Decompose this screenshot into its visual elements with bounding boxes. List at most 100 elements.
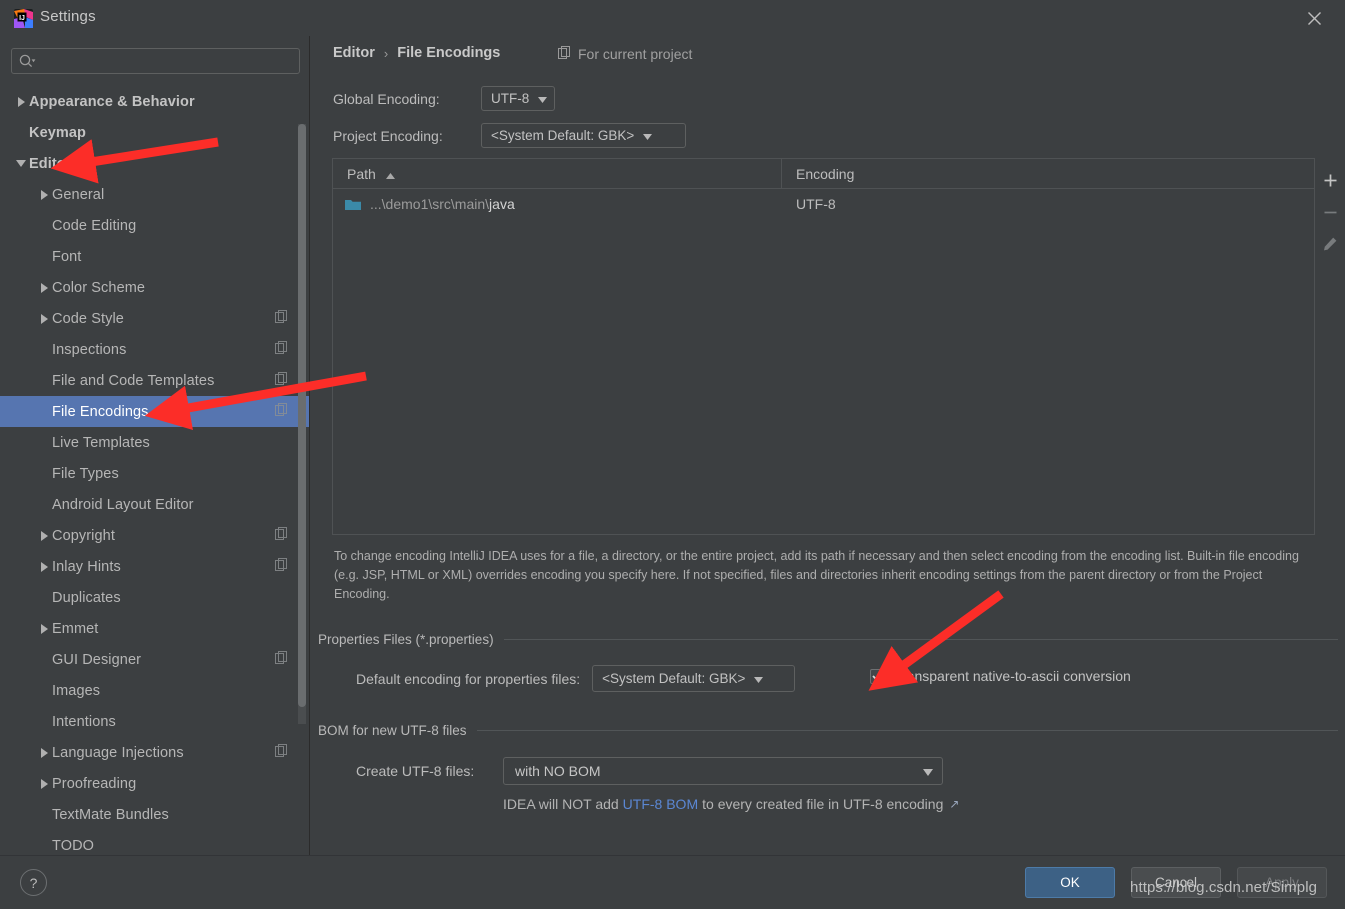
sidebar-item-label: Proofreading (52, 775, 137, 792)
sidebar-item-emmet[interactable]: Emmet (0, 613, 310, 644)
folder-icon (345, 198, 361, 211)
column-header-encoding-label: Encoding (796, 165, 855, 182)
column-header-path[interactable]: Path (333, 159, 782, 188)
global-encoding-row: Global Encoding: UTF-8 (333, 86, 556, 111)
help-button[interactable]: ? (20, 869, 47, 896)
sidebar-item-keymap[interactable]: Keymap (0, 117, 310, 148)
breadcrumb: Editor › File Encodings (333, 45, 500, 61)
global-encoding-label: Global Encoding: (333, 90, 440, 107)
utf8-bom-link[interactable]: UTF-8 BOM (623, 796, 698, 812)
sidebar-item-images[interactable]: Images (0, 675, 310, 706)
sidebar-item-inspections[interactable]: Inspections (0, 334, 310, 365)
project-scope-icon (275, 340, 288, 359)
project-encoding-dropdown[interactable]: <System Default: GBK> (481, 123, 686, 148)
chevron-right-icon[interactable] (36, 561, 52, 572)
sidebar-item-intentions[interactable]: Intentions (0, 706, 310, 737)
bom-hint-prefix: IDEA will NOT add (503, 796, 619, 812)
chevron-right-icon[interactable] (36, 778, 52, 789)
default-properties-encoding-label: Default encoding for properties files: (356, 670, 581, 687)
settings-tree: Appearance & Behavior Keymap Editor General… (0, 86, 310, 855)
remove-icon[interactable] (1316, 196, 1344, 228)
chevron-right-icon[interactable] (36, 530, 52, 541)
table-cell-path-leaf: java (489, 196, 515, 212)
sidebar-item-todo[interactable]: TODO (0, 830, 310, 855)
sidebar-scrollbar-thumb[interactable] (298, 124, 306, 707)
sidebar-item-code-editing[interactable]: Code Editing (0, 210, 310, 241)
sidebar-item-file-encodings[interactable]: File Encodings (0, 396, 310, 427)
sidebar-item-inlay-hints[interactable]: Inlay Hints (0, 551, 310, 582)
sidebar-item-label: Language Injections (52, 744, 184, 761)
external-link-icon: ↗ (949, 797, 960, 811)
intellij-idea-icon: IJ (14, 9, 33, 28)
properties-files-group-header: Properties Files (*.properties) (318, 632, 1338, 647)
chevron-down-icon[interactable] (13, 159, 29, 168)
sidebar-item-code-style[interactable]: Code Style (0, 303, 310, 334)
sidebar-item-file-and-code-templates[interactable]: File and Code Templates (0, 365, 310, 396)
sidebar-item-editor[interactable]: Editor (0, 148, 310, 179)
close-icon[interactable] (1291, 2, 1337, 34)
project-encoding-value: <System Default: GBK> (491, 128, 635, 143)
for-current-project-indicator: For current project (558, 46, 692, 62)
chevron-down-icon (538, 91, 548, 106)
search-input[interactable] (36, 53, 299, 69)
global-encoding-dropdown[interactable]: UTF-8 (481, 86, 556, 111)
sidebar-item-proofreading[interactable]: Proofreading (0, 768, 310, 799)
add-icon[interactable] (1316, 164, 1344, 196)
default-properties-encoding-dropdown[interactable]: <System Default: GBK> (592, 665, 796, 692)
chevron-right-icon[interactable] (36, 189, 52, 200)
sidebar-item-live-templates[interactable]: Live Templates (0, 427, 310, 458)
sidebar-item-file-types[interactable]: File Types (0, 458, 310, 489)
chevron-right-icon[interactable] (36, 747, 52, 758)
sidebar-item-android-layout-editor[interactable]: Android Layout Editor (0, 489, 310, 520)
sidebar-item-label: Copyright (52, 527, 115, 544)
sidebar-item-label: TODO (52, 837, 95, 854)
project-scope-icon (275, 309, 288, 328)
file-encodings-table: Path Encoding ...\demo1\src\main\ java U… (332, 158, 1315, 535)
apply-button[interactable]: Apply (1237, 867, 1327, 898)
sidebar-item-gui-designer[interactable]: GUI Designer (0, 644, 310, 675)
create-utf8-files-dropdown[interactable]: with NO BOM (503, 757, 943, 785)
table-cell-path-prefix: ...\demo1\src\main\ (370, 196, 490, 212)
ok-button[interactable]: OK (1025, 867, 1115, 898)
sidebar-item-label: GUI Designer (52, 651, 142, 668)
transparent-native-to-ascii-checkbox-row[interactable]: Transparent native-to-ascii conversion (870, 668, 1131, 684)
sidebar-item-duplicates[interactable]: Duplicates (0, 582, 310, 613)
sidebar-item-textmate-bundles[interactable]: TextMate Bundles (0, 799, 310, 830)
chevron-right-icon[interactable] (36, 623, 52, 634)
project-encoding-label: Project Encoding: (333, 127, 443, 144)
settings-dialog: IJ Settings Appearance & Behavior Keymap E… (0, 0, 1345, 909)
project-scope-icon (275, 402, 288, 421)
search-box[interactable] (11, 48, 300, 74)
sidebar-item-language-injections[interactable]: Language Injections (0, 737, 310, 768)
sidebar-item-label: TextMate Bundles (52, 806, 169, 823)
sidebar-item-font[interactable]: Font (0, 241, 310, 272)
sidebar-item-appearance-behavior[interactable]: Appearance & Behavior (0, 86, 310, 117)
column-header-encoding[interactable]: Encoding (782, 159, 1314, 188)
table-cell-encoding[interactable]: UTF-8 (782, 196, 1314, 212)
global-encoding-value: UTF-8 (491, 91, 530, 106)
sidebar-item-general[interactable]: General (0, 179, 310, 210)
for-current-project-label: For current project (578, 46, 693, 62)
sidebar-item-copyright[interactable]: Copyright (0, 520, 310, 551)
breadcrumb-parent[interactable]: Editor (333, 45, 375, 61)
chevron-right-icon[interactable] (36, 282, 52, 293)
chevron-right-icon[interactable] (13, 96, 29, 107)
edit-icon[interactable] (1316, 228, 1344, 260)
group-divider (476, 730, 1338, 731)
sidebar-item-label: File and Code Templates (52, 372, 215, 389)
bom-hint-suffix: to every created file in UTF-8 encoding (702, 796, 944, 812)
table-row[interactable]: ...\demo1\src\main\ java UTF-8 (333, 189, 1314, 219)
encoding-description: To change encoding IntelliJ IDEA uses fo… (334, 549, 1299, 601)
breadcrumb-separator: › (383, 45, 389, 61)
cancel-button[interactable]: Cancel (1131, 867, 1221, 898)
sidebar-item-label: Intentions (52, 713, 116, 730)
sidebar-item-label: Font (52, 248, 82, 265)
settings-sidebar: Appearance & Behavior Keymap Editor General… (0, 36, 310, 855)
sidebar-item-label: Editor (29, 155, 72, 172)
sidebar-item-color-scheme[interactable]: Color Scheme (0, 272, 310, 303)
project-scope-icon (275, 557, 288, 576)
default-properties-encoding-row: Default encoding for properties files: <… (356, 665, 796, 692)
chevron-right-icon[interactable] (36, 313, 52, 324)
transparent-native-to-ascii-checkbox[interactable] (870, 668, 885, 684)
copy-icon (558, 46, 571, 62)
